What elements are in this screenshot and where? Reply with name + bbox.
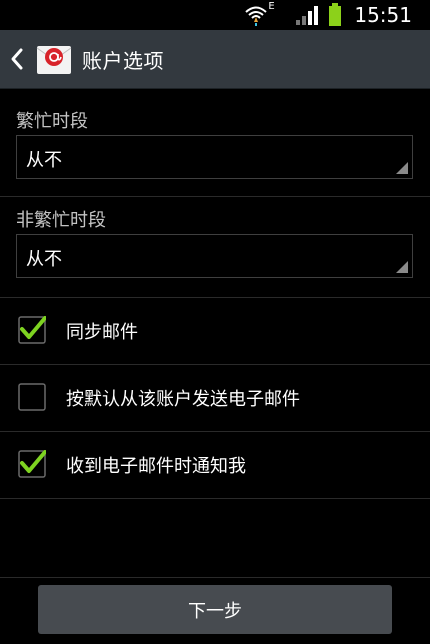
divider	[0, 498, 430, 499]
dropdown-corner-icon	[396, 261, 408, 273]
page-title: 账户选项	[82, 49, 164, 73]
offpeak-schedule-label: 非繁忙时段	[16, 210, 106, 231]
peak-schedule-value: 从不	[26, 150, 62, 171]
signal-icon	[296, 6, 319, 25]
email-app-icon[interactable]	[36, 42, 72, 76]
notify-checkbox[interactable]	[18, 450, 46, 478]
sync-email-option[interactable]: 同步邮件	[0, 298, 430, 364]
notify-option[interactable]: 收到电子邮件时通知我	[0, 432, 430, 498]
default-send-label: 按默认从该账户发送电子邮件	[66, 389, 300, 410]
notify-label: 收到电子邮件时通知我	[66, 456, 246, 477]
back-arrow-icon[interactable]	[8, 46, 26, 72]
sync-email-checkbox[interactable]	[18, 316, 46, 344]
battery-icon	[329, 3, 342, 26]
next-button[interactable]: 下一步	[38, 585, 392, 634]
offpeak-schedule-dropdown[interactable]: 从不	[16, 234, 413, 278]
status-clock: 15:51	[354, 3, 412, 27]
wifi-icon: E	[244, 1, 275, 27]
network-type: E	[268, 1, 275, 12]
status-icons: E 15:51	[244, 1, 412, 27]
default-send-checkbox[interactable]	[18, 383, 46, 411]
app-bar: 账户选项	[0, 30, 430, 89]
divider	[0, 196, 430, 197]
peak-schedule-dropdown[interactable]: 从不	[16, 135, 413, 179]
offpeak-schedule-value: 从不	[26, 249, 62, 270]
status-bar: E 15:51	[0, 0, 430, 30]
sync-email-label: 同步邮件	[66, 322, 138, 343]
peak-schedule-label: 繁忙时段	[16, 111, 88, 132]
default-send-option[interactable]: 按默认从该账户发送电子邮件	[0, 365, 430, 431]
dropdown-corner-icon	[396, 162, 408, 174]
